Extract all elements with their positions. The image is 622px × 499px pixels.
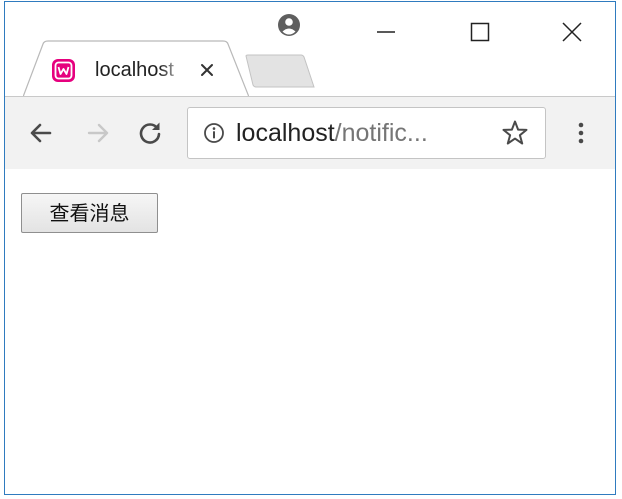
minimize-icon [377,31,395,33]
tab-title: localhost [95,59,174,81]
browser-menu-button[interactable] [563,115,599,151]
browser-tab[interactable]: localhost [23,40,249,97]
close-icon [562,22,582,42]
browser-window: localhost localhost/notific... 查看消息 [4,1,616,495]
new-tab-button[interactable] [245,54,315,88]
user-profile-icon[interactable] [276,12,302,38]
maximize-button[interactable] [449,10,509,52]
page-content: 查看消息 [5,169,615,494]
view-messages-button[interactable]: 查看消息 [21,193,158,233]
url-path: /notific... [334,119,428,147]
back-button[interactable] [23,115,59,151]
maximize-icon [470,22,490,42]
kebab-menu-icon [578,122,584,144]
minimize-button[interactable] [355,10,415,52]
back-arrow-icon [30,123,52,143]
star-icon[interactable] [501,119,529,147]
browser-toolbar: localhost/notific... [5,96,615,170]
url-text[interactable]: localhost/notific... [236,117,496,149]
url-host: localhost [236,119,335,147]
tab-close-icon[interactable] [195,58,219,82]
info-icon[interactable] [203,122,225,144]
wampserver-w-icon [51,58,76,83]
reload-icon [139,122,161,144]
address-bar[interactable]: localhost/notific... [187,107,546,159]
forward-button[interactable] [80,115,116,151]
title-bar: localhost [5,2,615,97]
close-window-button[interactable] [541,10,601,52]
forward-arrow-icon [87,123,109,143]
reload-button[interactable] [132,115,168,151]
